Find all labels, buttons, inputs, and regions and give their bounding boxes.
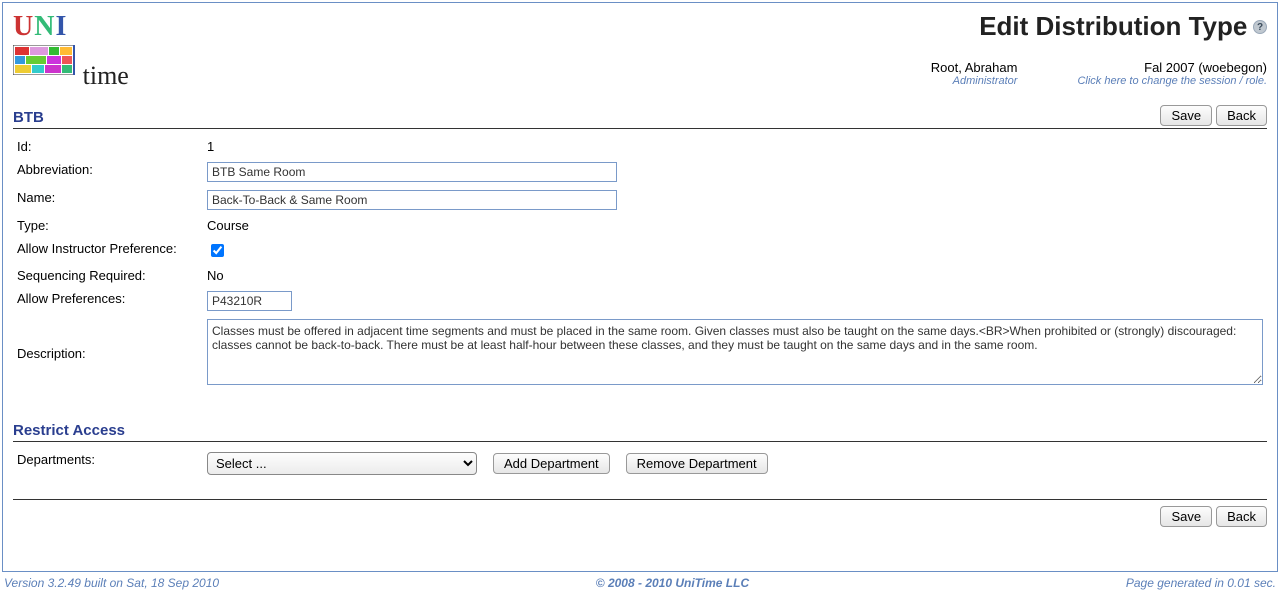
allow-prefs-label: Allow Preferences: (13, 287, 203, 315)
name-input[interactable] (207, 190, 617, 210)
add-department-button[interactable]: Add Department (493, 453, 610, 474)
logo-text: UNI (13, 11, 67, 42)
section-bar-main: BTB Save Back (13, 105, 1267, 129)
abbreviation-input[interactable] (207, 162, 617, 182)
page-footer: Version 3.2.49 built on Sat, 18 Sep 2010… (4, 576, 1276, 590)
form-table: Id: 1 Abbreviation: Name: Type: Course A… (13, 135, 1267, 392)
description-textarea[interactable] (207, 319, 1263, 385)
row-departments: Departments: Select ... Add Department R… (13, 448, 1267, 479)
dept-controls: Select ... Add Department Remove Departm… (207, 452, 1263, 475)
section-title-btb: BTB (13, 109, 44, 126)
header-right: Edit Distribution Type ? Root, Abraham A… (931, 11, 1267, 87)
logo-letter-i: I (55, 11, 67, 42)
row-allow-instructor-pref: Allow Instructor Preference: (13, 237, 1267, 264)
logo-block: UNI (13, 11, 129, 75)
session-block[interactable]: Fal 2007 (woebegon) Click here to change… (1077, 60, 1267, 87)
help-icon[interactable]: ? (1253, 20, 1267, 34)
page-title: Edit Distribution Type (979, 11, 1247, 42)
row-id: Id: 1 (13, 135, 1267, 158)
type-label: Type: (13, 214, 203, 237)
row-allow-prefs: Allow Preferences: (13, 287, 1267, 315)
user-name: Root, Abraham (931, 60, 1018, 75)
restrict-table: Departments: Select ... Add Department R… (13, 448, 1267, 479)
user-session-line: Root, Abraham Administrator Fal 2007 (wo… (931, 60, 1267, 87)
section-bar-restrict: Restrict Access (13, 422, 1267, 442)
logo-time-word: time (83, 61, 129, 90)
user-block: Root, Abraham Administrator (931, 60, 1018, 87)
page-frame: UNI (2, 2, 1278, 572)
remove-department-button[interactable]: Remove Department (626, 453, 768, 474)
logo-letter-n: N (34, 11, 55, 42)
allow-ipr-label: Allow Instructor Preference: (13, 237, 203, 264)
session-hint: Click here to change the session / role. (1077, 75, 1267, 87)
row-name: Name: (13, 186, 1267, 214)
footer-version: Version 3.2.49 built on Sat, 18 Sep 2010 (4, 576, 219, 590)
type-value: Course (203, 214, 1267, 237)
logo: UNI (13, 11, 129, 75)
header: UNI (13, 11, 1267, 87)
user-role: Administrator (931, 75, 1018, 87)
row-type: Type: Course (13, 214, 1267, 237)
seq-value: No (203, 264, 1267, 287)
back-button[interactable]: Back (1216, 105, 1267, 126)
footer-generated: Page generated in 0.01 sec. (1126, 576, 1276, 590)
footer-copyright: © 2008 - 2010 UniTime LLC (219, 576, 1126, 590)
name-label: Name: (13, 186, 203, 214)
save-button[interactable]: Save (1160, 105, 1212, 126)
footer-bar: Save Back (13, 499, 1267, 527)
restrict-title: Restrict Access (13, 422, 125, 439)
save-button-bottom[interactable]: Save (1160, 506, 1212, 527)
session-label: Fal 2007 (woebegon) (1077, 60, 1267, 75)
bottom-button-group: Save Back (1160, 506, 1267, 527)
seq-label: Sequencing Required: (13, 264, 203, 287)
logo-letter-u: U (13, 11, 34, 42)
row-description: Description: (13, 315, 1267, 392)
row-abbreviation: Abbreviation: (13, 158, 1267, 186)
allow-instructor-pref-checkbox[interactable] (211, 244, 224, 257)
id-value: 1 (203, 135, 1267, 158)
dept-label: Departments: (13, 448, 203, 479)
id-label: Id: (13, 135, 203, 158)
back-button-bottom[interactable]: Back (1216, 506, 1267, 527)
department-select[interactable]: Select ... (207, 452, 477, 475)
top-button-group: Save Back (1160, 105, 1267, 126)
row-seq-required: Sequencing Required: No (13, 264, 1267, 287)
allow-prefs-input[interactable] (207, 291, 292, 311)
desc-label: Description: (13, 315, 203, 392)
abbr-label: Abbreviation: (13, 158, 203, 186)
timetable-icon (13, 45, 75, 75)
